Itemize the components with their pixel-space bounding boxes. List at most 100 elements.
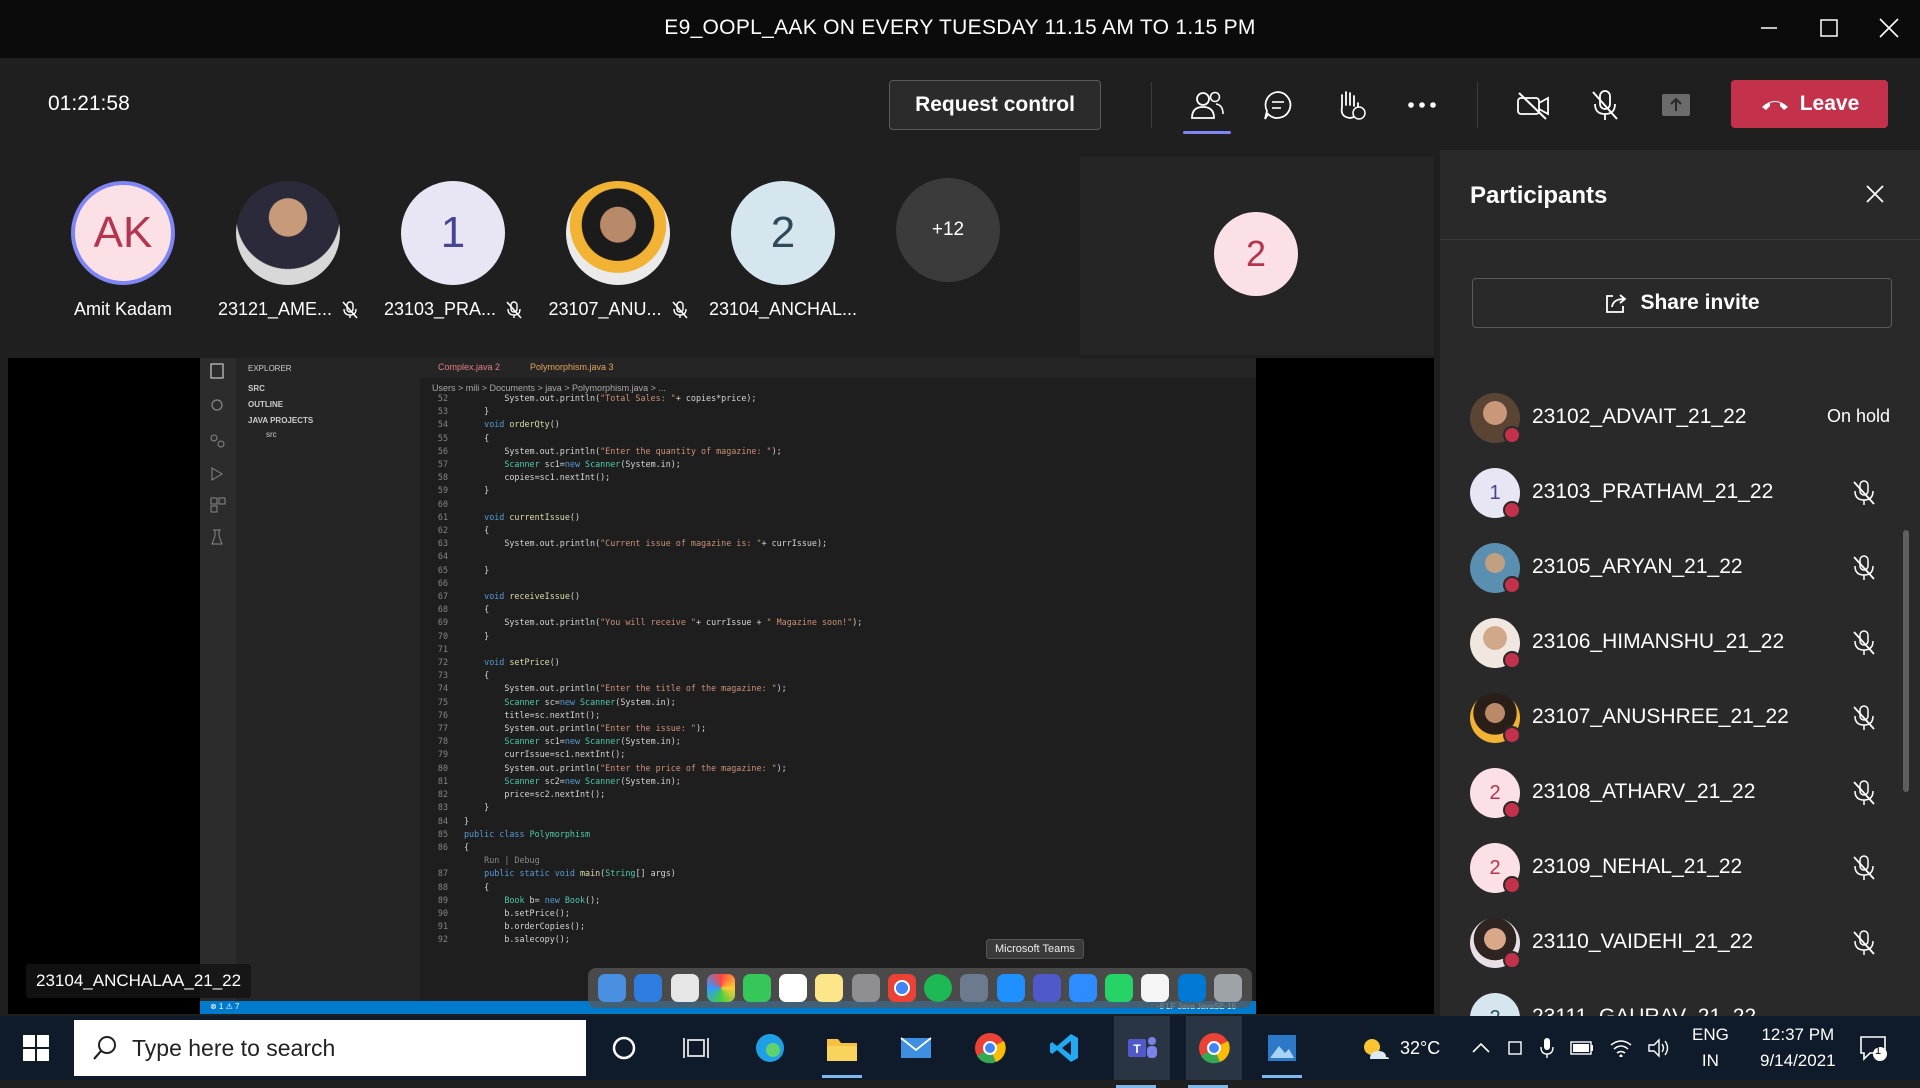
taskbar-vscode[interactable] xyxy=(1042,1026,1086,1070)
region-code: IN xyxy=(1701,1051,1719,1070)
shared-screen: EXPLORER SRC OUTLINE JAVA PROJECTS src C… xyxy=(8,358,1434,1014)
muted-mic-icon xyxy=(671,300,688,319)
participant-row[interactable]: 23106_HIMANSHU_21_22 xyxy=(1470,613,1890,673)
close-panel-button[interactable] xyxy=(1855,174,1895,214)
participant-row[interactable]: 23110_VAIDEHI_21_22 xyxy=(1470,913,1890,973)
mic-toggle-button[interactable] xyxy=(1580,80,1630,130)
participant-row[interactable]: 23102_ADVAIT_21_22 On hold xyxy=(1470,388,1890,448)
notification-center-button[interactable]: 1 xyxy=(1858,1016,1888,1080)
start-button[interactable] xyxy=(14,1026,58,1070)
camera-toggle-button[interactable] xyxy=(1508,80,1558,130)
chevron-up-icon[interactable] xyxy=(1472,1042,1490,1054)
reactions-button[interactable] xyxy=(1325,80,1375,130)
taskbar-search-box[interactable]: Type here to search xyxy=(74,1020,586,1076)
camera-off-icon xyxy=(1517,92,1549,120)
participant-name: 23109_NEHAL_21_22 xyxy=(1532,855,1743,878)
maximize-icon xyxy=(1820,19,1838,37)
weather-temp: 32°C xyxy=(1400,1037,1441,1058)
vscode-icon xyxy=(1177,974,1206,1002)
participant-name: 23110_VAIDEHI_21_22 xyxy=(1532,930,1754,953)
request-control-button[interactable]: Request control xyxy=(889,80,1101,130)
close-icon xyxy=(1879,18,1899,38)
taskbar-photos[interactable] xyxy=(1260,1026,1304,1078)
taskbar-edge[interactable] xyxy=(748,1026,792,1070)
gallery-tile[interactable]: 23121_AME... xyxy=(208,181,368,320)
device-icon[interactable] xyxy=(1506,1038,1524,1058)
status-dot xyxy=(1503,726,1521,744)
share-invite-button[interactable]: Share invite xyxy=(1472,278,1892,328)
eclipse-icon xyxy=(1141,974,1170,1002)
minimize-button[interactable] xyxy=(1741,8,1797,48)
status-dot xyxy=(1503,876,1521,894)
taskbar-mail[interactable] xyxy=(894,1026,938,1070)
participant-row[interactable]: 1 23103_PRATHAM_21_22 xyxy=(1470,463,1890,523)
photos-icon xyxy=(706,974,735,1002)
participant-row[interactable]: 2 23109_NEHAL_21_22 xyxy=(1470,838,1890,898)
chat-button[interactable] xyxy=(1253,80,1303,130)
taskbar-file-explorer[interactable] xyxy=(820,1026,864,1078)
editor-tabs: Complex.java 2 Polymorphism.java 3 xyxy=(420,358,1256,378)
dock-tooltip: Microsoft Teams xyxy=(986,939,1084,959)
task-view-icon xyxy=(683,1038,709,1058)
gallery-tile[interactable]: 2 23104_ANCHAL... xyxy=(703,181,863,320)
hang-up-icon xyxy=(1761,101,1788,110)
participant-name: 23105_ARYAN_21_22 xyxy=(1532,555,1743,578)
battery-icon[interactable] xyxy=(1570,1041,1594,1055)
maximize-button[interactable] xyxy=(1801,8,1857,48)
explorer-item[interactable]: src xyxy=(266,430,277,439)
explorer-section[interactable]: SRC xyxy=(248,384,265,393)
muted-mic-icon xyxy=(342,300,358,319)
editor-activity-bar xyxy=(200,358,236,1014)
avatar xyxy=(236,181,340,285)
participant-row[interactable]: 2 23108_ATHARV_21_22 xyxy=(1470,763,1890,823)
avatar xyxy=(1470,393,1521,444)
taskbar-chrome[interactable] xyxy=(968,1026,1012,1070)
mac-dock xyxy=(588,968,1252,1008)
teams-icon xyxy=(1032,974,1061,1002)
gallery-tile[interactable]: 23107_ANU... xyxy=(538,181,698,320)
spotlight-tile[interactable]: 2 xyxy=(1080,157,1434,355)
avatar xyxy=(1470,693,1521,744)
wifi-icon[interactable] xyxy=(1610,1039,1632,1057)
leave-label: Leave xyxy=(1799,92,1860,115)
editor-tab[interactable]: Complex.java 2 xyxy=(438,362,500,372)
volume-icon[interactable] xyxy=(1648,1038,1670,1058)
explorer-section[interactable]: OUTLINE xyxy=(248,400,283,409)
close-window-button[interactable] xyxy=(1861,8,1917,48)
leave-button[interactable]: Leave xyxy=(1731,80,1888,128)
taskbar-teams[interactable]: T xyxy=(1114,1016,1170,1088)
more-icon xyxy=(1408,102,1436,108)
participant-name: 23107_ANU... xyxy=(548,299,662,319)
participant-row[interactable]: 23105_ARYAN_21_22 xyxy=(1470,538,1890,598)
settings-icon xyxy=(851,974,880,1002)
weather-widget[interactable]: 32°C xyxy=(1360,1016,1440,1080)
muted-mic-icon xyxy=(1853,480,1875,505)
muted-mic-icon xyxy=(1853,855,1875,880)
task-view-button[interactable] xyxy=(674,1026,718,1070)
status-dot xyxy=(1503,951,1521,969)
explorer-section[interactable]: JAVA PROJECTS xyxy=(248,416,313,425)
panel-scrollbar[interactable] xyxy=(1903,530,1909,792)
people-button[interactable] xyxy=(1182,80,1232,134)
more-actions-button[interactable] xyxy=(1397,80,1447,130)
taskbar-chrome-active[interactable] xyxy=(1186,1016,1242,1088)
participant-row[interactable]: 2 23111_GAURAV_21_22 xyxy=(1470,988,1890,1016)
editor-tab[interactable]: Polymorphism.java 3 xyxy=(530,362,614,372)
spotify-icon xyxy=(924,974,953,1002)
avatar-initial: 1 xyxy=(1489,481,1501,504)
panel-title: Participants xyxy=(1470,182,1608,209)
participant-row[interactable]: 23107_ANUSHREE_21_22 xyxy=(1470,688,1890,748)
muted-mic-icon xyxy=(1853,705,1875,730)
overflow-participants-button[interactable]: +12 xyxy=(868,178,1028,282)
gallery-tile[interactable]: 1 23103_PRA... xyxy=(373,181,533,320)
status-dot xyxy=(1503,801,1521,819)
gallery-tile[interactable]: AK Amit Kadam xyxy=(43,181,203,320)
avatar: 2 xyxy=(1470,993,1520,1016)
language-indicator[interactable]: ENG IN xyxy=(1692,1016,1729,1080)
clock[interactable]: 12:37 PM 9/14/2021 xyxy=(1760,1016,1836,1080)
cortana-button[interactable] xyxy=(602,1026,646,1070)
activity-icons xyxy=(210,363,226,545)
share-content-button[interactable] xyxy=(1651,80,1701,130)
microphone-icon[interactable] xyxy=(1540,1037,1554,1059)
status-dot xyxy=(1503,651,1521,669)
